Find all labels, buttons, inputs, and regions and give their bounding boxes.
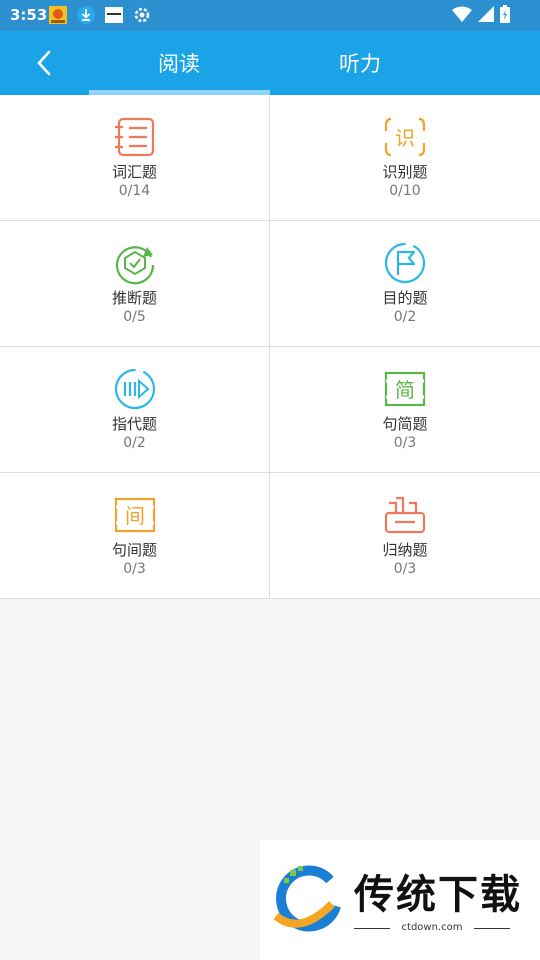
- category-count: 0/2: [123, 435, 146, 451]
- category-label: 推断题: [111, 289, 157, 307]
- notification-icons: [48, 5, 152, 25]
- chevron-left-icon: [37, 50, 51, 76]
- battery-icon: [500, 5, 510, 23]
- app-bar: 阅读 听力: [0, 31, 540, 95]
- category-label: 词汇题: [111, 163, 157, 181]
- flag-icon: [384, 242, 426, 284]
- grid-row: 间 句间题 0/3 归纳题 0/3: [0, 473, 540, 599]
- category-vocabulary[interactable]: 词汇题 0/14: [0, 95, 270, 220]
- category-reference[interactable]: 指代题 0/2: [0, 347, 270, 472]
- back-button[interactable]: [26, 45, 62, 81]
- grid-row: 推断题 0/5 目的题 0/2: [0, 221, 540, 347]
- category-label: 目的题: [382, 289, 428, 307]
- list-notebook-icon: [114, 117, 154, 157]
- watermark-logo-icon: [273, 865, 341, 932]
- between-icon: 间: [114, 497, 155, 533]
- category-count: 0/3: [393, 435, 417, 451]
- category-label: 指代题: [111, 415, 157, 433]
- category-label: 句间题: [111, 541, 157, 559]
- tab-listening[interactable]: 听力: [270, 31, 450, 95]
- grid-row: 词汇题 0/14 识 识别题 0/10: [0, 95, 540, 221]
- category-count: 0/3: [393, 561, 417, 577]
- category-sentence-simplify[interactable]: 简 句简题 0/3: [270, 347, 540, 472]
- inference-cycle-icon: [115, 246, 154, 285]
- category-count: 0/14: [118, 183, 151, 199]
- category-count: 0/2: [393, 309, 417, 325]
- app-notification-icon: [49, 6, 67, 24]
- recognize-icon: 识: [384, 117, 426, 157]
- question-type-grid: 词汇题 0/14 识 识别题 0/10 推断题 0/5 目的题 0/2 指代题 …: [0, 95, 540, 599]
- signal-icon: [478, 6, 494, 22]
- svg-text:简: 简: [395, 378, 415, 402]
- watermark-url: ctdown.com: [354, 922, 510, 933]
- wifi-icon: [452, 6, 472, 22]
- category-inference[interactable]: 推断题 0/5: [0, 221, 270, 346]
- category-count: 0/5: [123, 309, 146, 325]
- category-label: 识别题: [382, 163, 428, 181]
- category-purpose[interactable]: 目的题 0/2: [270, 221, 540, 346]
- svg-text:间: 间: [125, 504, 145, 528]
- watermark: 传统下载 ctdown.com: [260, 840, 540, 960]
- app-notification-icon-2: [105, 7, 123, 23]
- summary-box-icon: [384, 496, 426, 534]
- svg-text:识: 识: [395, 126, 415, 150]
- category-count: 0/10: [389, 183, 421, 199]
- system-icons: [452, 5, 510, 23]
- category-sentence-between[interactable]: 间 句间题 0/3: [0, 473, 270, 598]
- status-bar: 3:53: [0, 0, 540, 31]
- play-forward-icon: [114, 368, 155, 410]
- category-label: 句简题: [382, 415, 428, 433]
- status-time: 3:53: [10, 6, 48, 24]
- tab-reading[interactable]: 阅读: [89, 31, 269, 95]
- gear-icon: [134, 7, 150, 23]
- category-label: 归纳题: [382, 541, 428, 559]
- grid-row: 指代题 0/2 简 句简题 0/3: [0, 347, 540, 473]
- category-recognition[interactable]: 识 识别题 0/10: [270, 95, 540, 220]
- watermark-title: 传统下载: [354, 872, 522, 918]
- simplify-icon: 简: [384, 371, 426, 407]
- category-count: 0/3: [123, 561, 146, 577]
- category-summary[interactable]: 归纳题 0/3: [270, 473, 540, 598]
- download-icon: [77, 6, 95, 24]
